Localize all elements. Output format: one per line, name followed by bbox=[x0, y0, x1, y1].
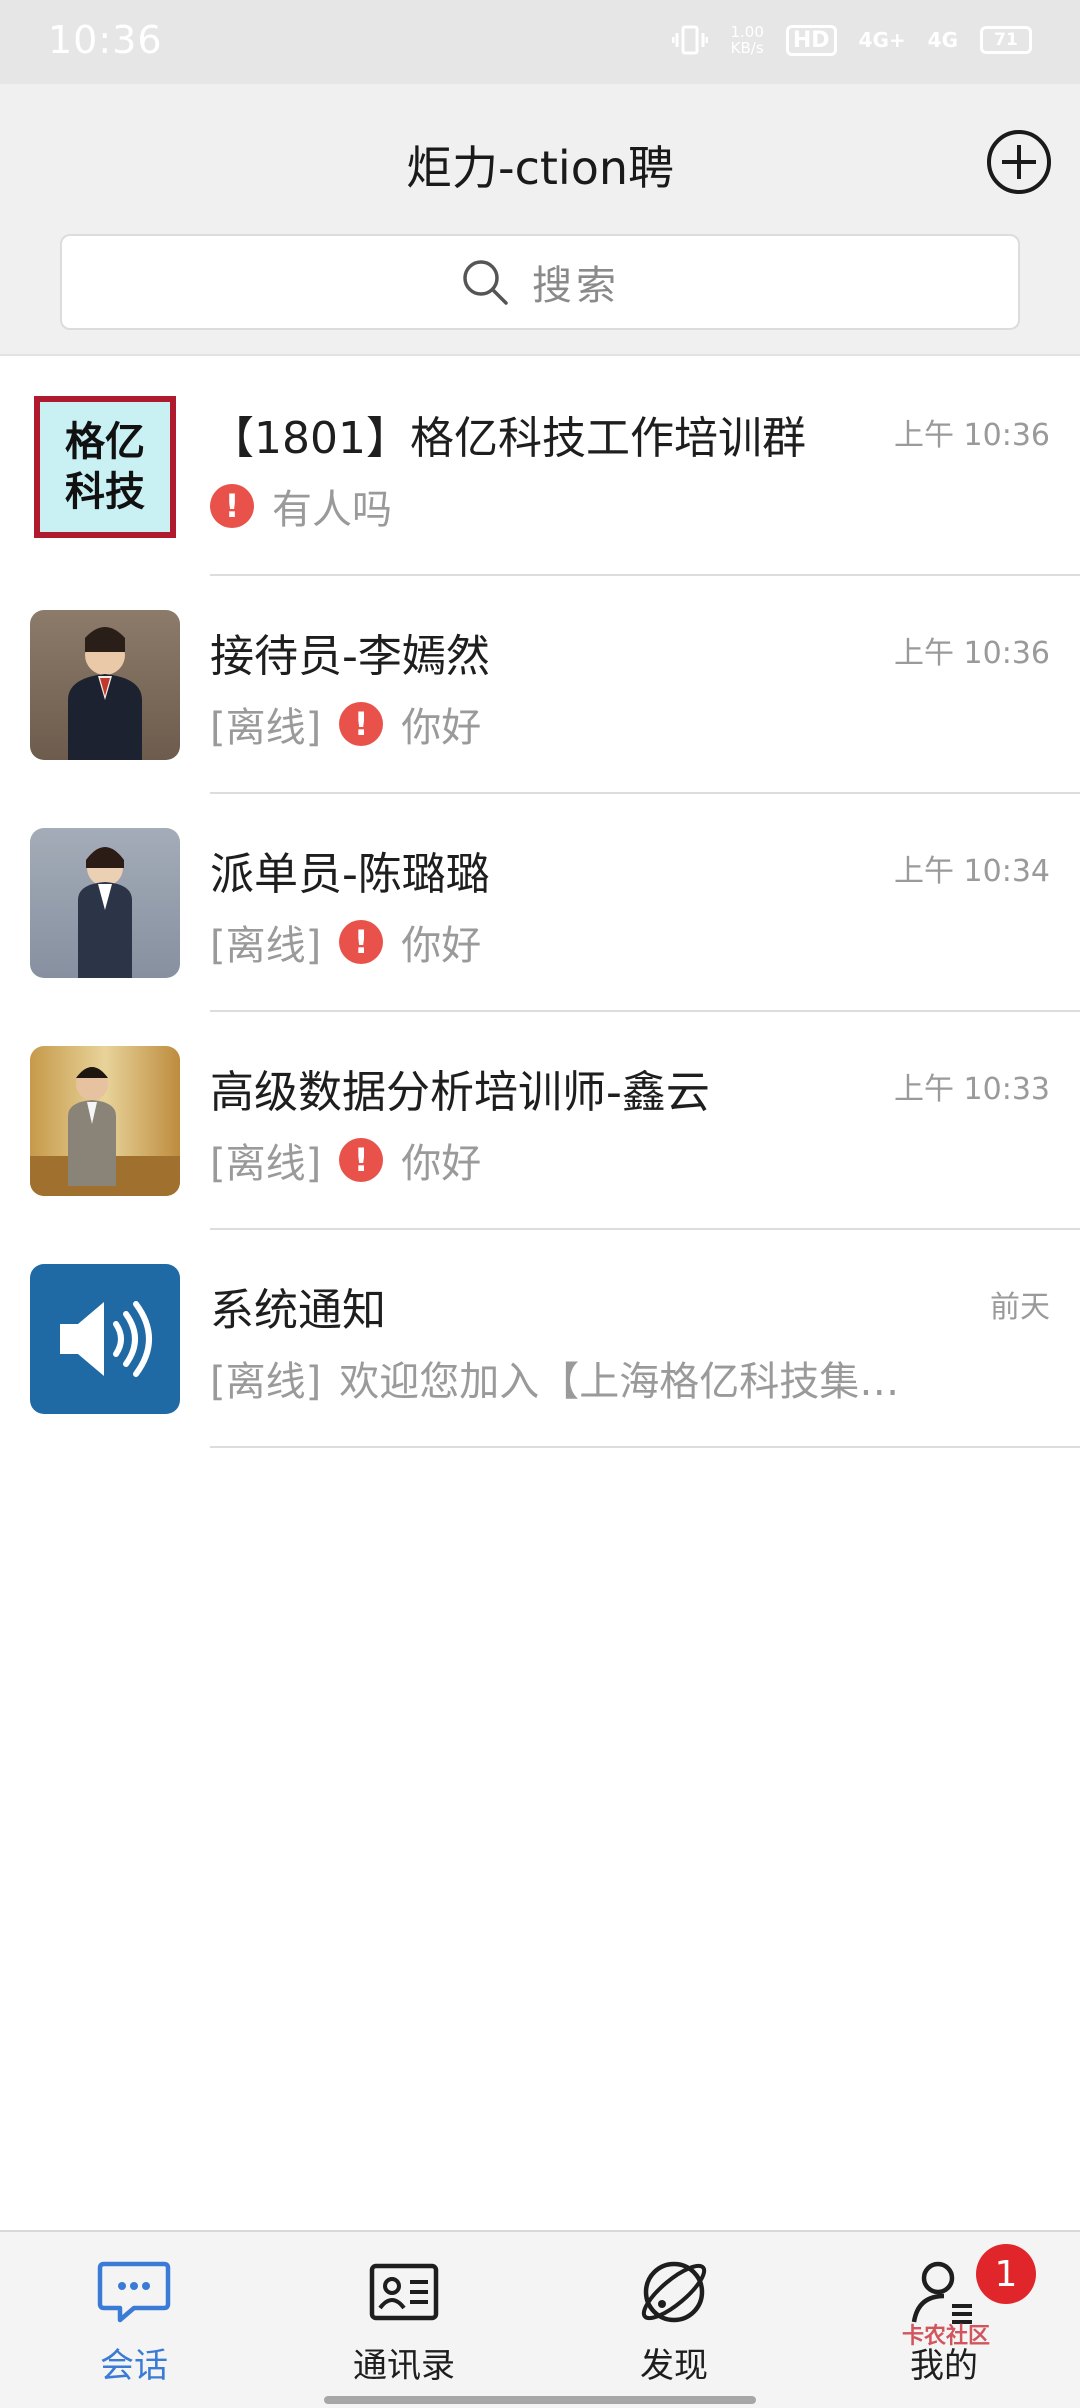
alert-icon: ! bbox=[339, 702, 384, 746]
search-icon bbox=[463, 260, 508, 305]
offline-status: [离线] bbox=[210, 1141, 322, 1187]
tab-contacts[interactable]: 通讯录 bbox=[304, 2254, 504, 2394]
preview-text: 你好 bbox=[401, 1141, 482, 1187]
conversation-item[interactable]: 系统通知 前天 [离线] 欢迎您加入【上海格亿科技集… bbox=[0, 1230, 1080, 1448]
tab-chats[interactable]: 会话 bbox=[34, 2254, 234, 2394]
status-time: 10:36 bbox=[48, 18, 163, 62]
preview-text: 你好 bbox=[401, 923, 482, 969]
user-avatar bbox=[30, 828, 180, 978]
conversation-preview: ! 有人吗 bbox=[210, 476, 392, 536]
alert-icon: ! bbox=[210, 484, 254, 528]
tab-discover[interactable]: 发现 bbox=[574, 2254, 774, 2394]
plus-circle-icon[interactable] bbox=[987, 130, 1051, 194]
preview-text: 有人吗 bbox=[272, 487, 392, 533]
vibrate-icon bbox=[672, 25, 709, 55]
conversation-item[interactable]: 格亿 科技 【1801】格亿科技工作培训群 上午 10:36 ! 有人吗 bbox=[0, 358, 1080, 576]
conversation-name: 接待员-李嫣然 bbox=[210, 631, 490, 682]
battery-icon: 71 bbox=[980, 26, 1032, 54]
status-icons: 1.00 KB/s HD 4G+ 4G 71 bbox=[672, 22, 1032, 58]
offline-status: [离线] bbox=[210, 1359, 322, 1405]
user-avatar bbox=[30, 1046, 180, 1196]
search-placeholder: 搜索 bbox=[532, 263, 620, 309]
offline-status: [离线] bbox=[210, 923, 322, 969]
divider bbox=[210, 1446, 1080, 1448]
conversation-time: 前天 bbox=[990, 1290, 1050, 1325]
alert-icon: ! bbox=[339, 920, 384, 964]
chat-bubble-icon bbox=[97, 2261, 171, 2323]
app-header: 炬力-ction聘 搜索 bbox=[0, 84, 1080, 356]
tab-label: 发现 bbox=[640, 2346, 708, 2386]
offline-status: [离线] bbox=[210, 705, 322, 751]
group-avatar: 格亿 科技 bbox=[30, 392, 180, 542]
conversation-preview: [离线] ! 你好 bbox=[210, 912, 481, 972]
user-avatar bbox=[30, 610, 180, 760]
conversation-name: 高级数据分析培训师-鑫云 bbox=[210, 1067, 710, 1118]
app-screen: 10:36 1.00 KB/s HD 4G+ 4G 71 炬力-ction聘 搜… bbox=[0, 0, 1080, 2408]
hd-icon: HD bbox=[785, 24, 837, 56]
conversation-time: 上午 10:33 bbox=[894, 1072, 1050, 1107]
conversation-item[interactable]: 高级数据分析培训师-鑫云 上午 10:33 [离线] ! 你好 bbox=[0, 1012, 1080, 1230]
tab-label: 会话 bbox=[100, 2346, 168, 2386]
page-title: 炬力-ction聘 bbox=[405, 141, 674, 195]
conversation-item[interactable]: 派单员-陈璐璐 上午 10:34 [离线] ! 你好 bbox=[0, 794, 1080, 1012]
conversation-time: 上午 10:34 bbox=[894, 854, 1050, 889]
conversation-name: 【1801】格亿科技工作培训群 bbox=[210, 413, 806, 464]
conversation-name: 派单员-陈璐璐 bbox=[210, 849, 490, 900]
notification-badge: 1 bbox=[976, 2244, 1036, 2304]
preview-text: 你好 bbox=[401, 705, 482, 751]
watermark: 卡农社区 bbox=[902, 2324, 991, 2349]
search-input[interactable]: 搜索 bbox=[60, 234, 1020, 330]
status-bar: 10:36 1.00 KB/s HD 4G+ 4G 71 bbox=[0, 0, 1080, 84]
preview-text: 欢迎您加入【上海格亿科技集… bbox=[339, 1359, 900, 1405]
contact-card-icon bbox=[369, 2263, 439, 2321]
conversation-time: 上午 10:36 bbox=[894, 636, 1050, 671]
speaker-icon bbox=[30, 1264, 180, 1414]
home-indicator[interactable] bbox=[324, 2396, 756, 2404]
network-speed: 1.00 KB/s bbox=[730, 23, 764, 57]
planet-icon bbox=[641, 2261, 707, 2323]
conversation-time: 上午 10:36 bbox=[894, 418, 1050, 453]
conversation-item[interactable]: 接待员-李嫣然 上午 10:36 [离线] ! 你好 bbox=[0, 576, 1080, 794]
alert-icon: ! bbox=[339, 1138, 384, 1182]
conversation-name: 系统通知 bbox=[210, 1285, 386, 1336]
conversation-preview: [离线] ! 你好 bbox=[210, 694, 481, 754]
signal-4g-plus-icon: 4G+ bbox=[858, 28, 906, 52]
conversation-preview: [离线] ! 你好 bbox=[210, 1130, 481, 1190]
conversation-preview: [离线] 欢迎您加入【上海格亿科技集… bbox=[210, 1348, 899, 1408]
signal-4g-icon: 4G bbox=[927, 28, 958, 52]
conversation-list: 格亿 科技 【1801】格亿科技工作培训群 上午 10:36 ! 有人吗 接待员… bbox=[0, 358, 1080, 1448]
tab-label: 通讯录 bbox=[353, 2346, 455, 2386]
